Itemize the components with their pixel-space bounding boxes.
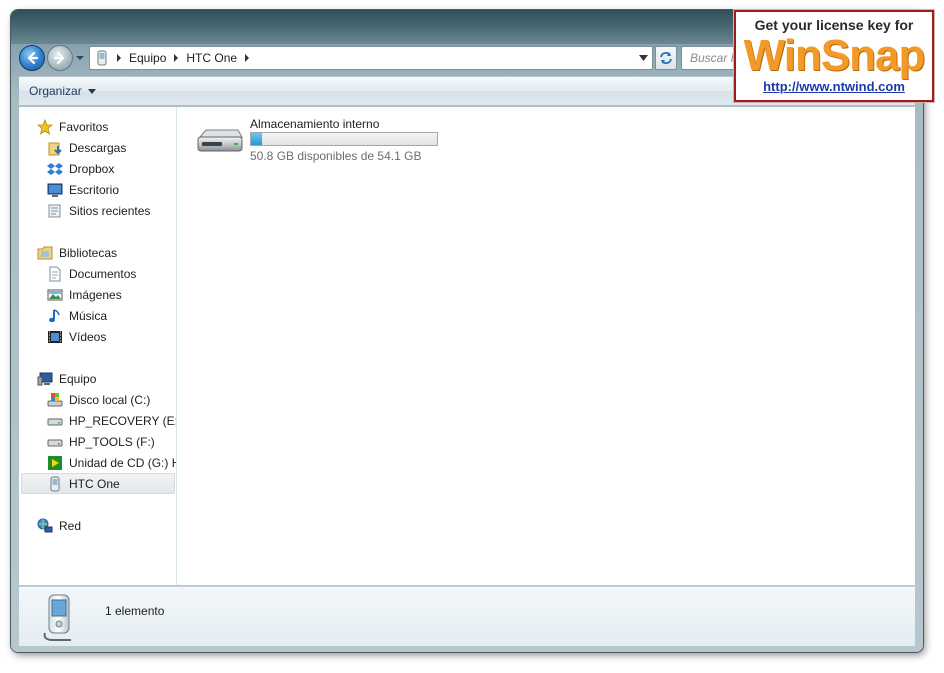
- videos-icon: [47, 329, 63, 345]
- address-bar[interactable]: Equipo HTC One: [89, 46, 653, 70]
- nav-item-cd-drive[interactable]: Unidad de CD (G:) HTC: [47, 453, 176, 473]
- nav-item-label: Unidad de CD (G:) HTC: [69, 456, 176, 470]
- drive-free-space: 50.8 GB disponibles de 54.1 GB: [250, 149, 422, 163]
- drive-usage-fill: [251, 133, 263, 145]
- music-icon: [47, 308, 63, 324]
- content-pane: Almacenamiento interno 50.8 GB disponibl…: [178, 107, 915, 585]
- nav-item-videos[interactable]: Vídeos: [47, 327, 106, 347]
- nav-item-label: Disco local (C:): [69, 393, 151, 407]
- nav-item-label: HP_TOOLS (F:): [69, 435, 155, 449]
- nav-item-label: Descargas: [69, 141, 127, 155]
- forward-arrow-icon: [53, 51, 65, 65]
- breadcrumb-separator-icon[interactable]: [243, 54, 251, 62]
- recent-places-icon: [47, 203, 63, 219]
- nav-item-hp-recovery[interactable]: HP_RECOVERY (E:): [47, 411, 177, 431]
- nav-item-htc-one[interactable]: HTC One: [21, 473, 175, 494]
- hard-drive-icon: [47, 434, 63, 450]
- main-area: Favoritos Descargas Dropbox Escritorio S…: [19, 107, 915, 585]
- nav-network[interactable]: Red: [37, 516, 81, 536]
- nav-item-escritorio[interactable]: Escritorio: [47, 180, 119, 200]
- system-drive-icon: [47, 392, 63, 408]
- refresh-icon: [660, 52, 672, 64]
- watermark-url-link[interactable]: http://www.ntwind.com: [736, 79, 932, 94]
- forward-button[interactable]: [47, 45, 73, 71]
- nav-item-label: Imágenes: [69, 288, 122, 302]
- drive-usage-bar: [250, 132, 438, 146]
- star-icon: [37, 119, 53, 135]
- drive-tile-internal-storage[interactable]: Almacenamiento interno 50.8 GB disponibl…: [196, 115, 456, 165]
- organize-menu[interactable]: Organizar: [29, 84, 96, 98]
- chevron-down-icon: [87, 88, 96, 94]
- nav-item-dropbox[interactable]: Dropbox: [47, 159, 114, 179]
- nav-item-label: HTC One: [69, 476, 120, 491]
- explorer-window: Equipo HTC One Buscar HTC One Organizar …: [11, 10, 923, 652]
- nav-network-label: Red: [59, 519, 82, 533]
- nav-item-label: Dropbox: [69, 162, 115, 176]
- drive-icon: [197, 129, 243, 152]
- breadcrumb-equipo[interactable]: Equipo: [129, 51, 166, 65]
- dropbox-icon: [47, 161, 63, 177]
- libraries-icon: [37, 245, 53, 261]
- nav-item-label: Vídeos: [69, 330, 107, 344]
- desktop-icon: [47, 182, 63, 198]
- refresh-button[interactable]: [655, 46, 677, 70]
- documents-icon: [47, 266, 63, 282]
- navigation-pane: Favoritos Descargas Dropbox Escritorio S…: [19, 107, 177, 585]
- nav-libraries-label: Bibliotecas: [59, 246, 118, 260]
- nav-favorites-label: Favoritos: [59, 120, 109, 134]
- details-pane: 1 elemento: [19, 586, 915, 646]
- phone-icon: [43, 594, 71, 641]
- nav-item-label: HP_RECOVERY (E:): [69, 414, 177, 428]
- cd-drive-icon: [47, 455, 63, 471]
- nav-item-disco-local[interactable]: Disco local (C:): [47, 390, 150, 410]
- breadcrumb-separator-icon[interactable]: [115, 54, 123, 62]
- nav-item-label: Escritorio: [69, 183, 120, 197]
- pictures-icon: [47, 287, 63, 303]
- downloads-folder-icon: [47, 140, 63, 156]
- drive-name: Almacenamiento interno: [250, 117, 380, 131]
- nav-libraries[interactable]: Bibliotecas: [37, 243, 117, 263]
- nav-item-label: Documentos: [69, 267, 137, 281]
- nav-item-sitios-recientes[interactable]: Sitios recientes: [47, 201, 150, 221]
- nav-item-label: Sitios recientes: [69, 204, 151, 218]
- winsnap-watermark: Get your license key for WinSnap http://…: [734, 10, 934, 102]
- breadcrumb-separator-icon[interactable]: [172, 54, 180, 62]
- network-icon: [37, 518, 53, 534]
- phone-icon: [47, 476, 63, 492]
- organize-label: Organizar: [29, 84, 82, 98]
- back-button[interactable]: [19, 45, 45, 71]
- winsnap-logo: WinSnap: [743, 31, 926, 80]
- nav-item-descargas[interactable]: Descargas: [47, 138, 126, 158]
- address-dropdown-icon[interactable]: [639, 55, 648, 61]
- nav-item-label: Música: [69, 309, 108, 323]
- phone-icon: [97, 50, 107, 66]
- nav-computer-label: Equipo: [59, 372, 97, 386]
- nav-favorites[interactable]: Favoritos: [37, 117, 108, 137]
- hard-drive-icon: [47, 413, 63, 429]
- nav-item-hp-tools[interactable]: HP_TOOLS (F:): [47, 432, 155, 452]
- nav-item-imagenes[interactable]: Imágenes: [47, 285, 122, 305]
- back-arrow-icon: [27, 51, 39, 65]
- nav-computer[interactable]: Equipo: [37, 369, 96, 389]
- breadcrumb-htc-one[interactable]: HTC One: [186, 51, 237, 65]
- item-count: 1 elemento: [105, 604, 165, 618]
- nav-item-documentos[interactable]: Documentos: [47, 264, 136, 284]
- computer-icon: [37, 371, 53, 387]
- recent-pages-icon[interactable]: [75, 53, 85, 63]
- nav-item-musica[interactable]: Música: [47, 306, 107, 326]
